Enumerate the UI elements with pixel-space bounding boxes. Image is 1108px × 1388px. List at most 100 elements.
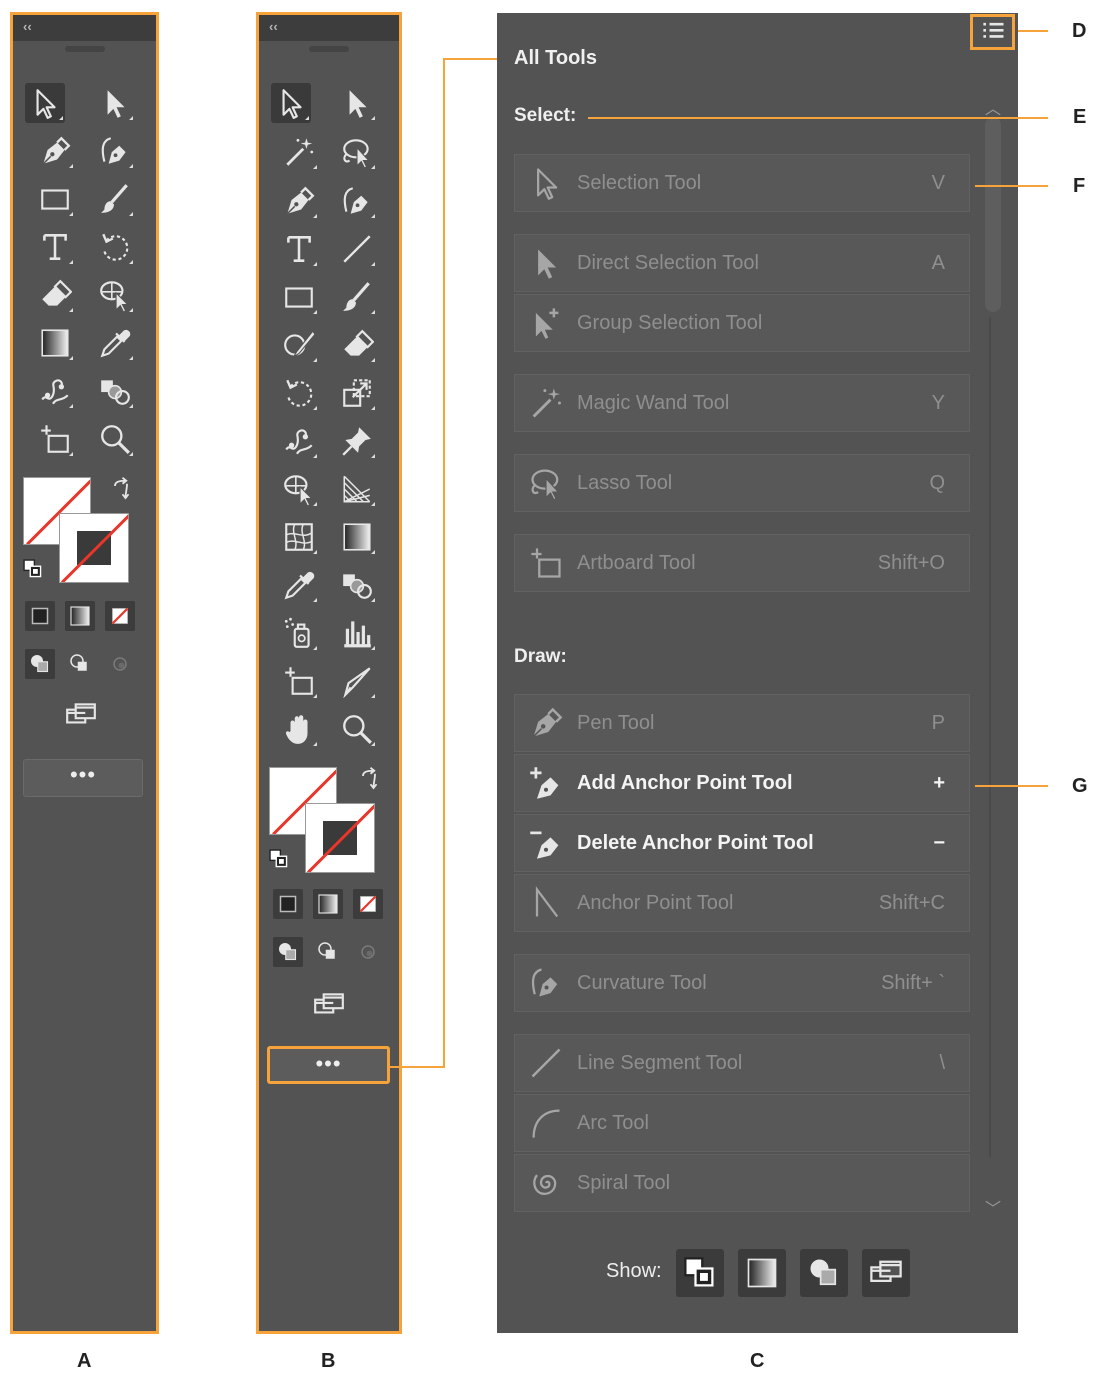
eraser-tool-button[interactable] (337, 325, 377, 365)
show-color-gradient-button[interactable] (738, 1249, 786, 1297)
rectangle-icon (38, 182, 72, 216)
curvature-tool-button[interactable] (337, 181, 377, 221)
mesh-tool-button[interactable] (279, 517, 319, 557)
default-fill-stroke-button[interactable] (19, 555, 47, 583)
tool-row-magic-wand[interactable]: Magic Wand Tool Y (514, 374, 970, 432)
tool-row-add-anchor-point[interactable]: Add Anchor Point Tool + (514, 754, 970, 812)
swap-fill-stroke-button[interactable] (103, 471, 139, 507)
drag-grip[interactable] (64, 46, 105, 52)
eyedropper-tool-button[interactable] (279, 565, 319, 605)
default-colors-icon (268, 848, 290, 870)
eraser-tool-button[interactable] (35, 275, 75, 315)
hand-tool-button[interactable] (279, 709, 319, 749)
draw-normal-button[interactable] (273, 937, 303, 967)
direct-selection-tool-button[interactable] (337, 83, 377, 123)
anchor-point-icon (528, 885, 564, 921)
pin-tool-button[interactable] (337, 421, 377, 461)
line-segment-tool-button[interactable] (337, 229, 377, 269)
pen-tool-button[interactable] (279, 181, 319, 221)
scroll-thumb[interactable] (985, 117, 1001, 312)
tool-row-delete-anchor-point[interactable]: Delete Anchor Point Tool − (514, 814, 970, 872)
none-mode-button[interactable] (353, 889, 383, 919)
puppet-warp-tool-button[interactable] (35, 371, 75, 411)
none-mode-button[interactable] (105, 601, 135, 631)
show-screen-modes-button[interactable] (862, 1249, 910, 1297)
artboard-icon (282, 664, 316, 698)
tool-row-anchor-point[interactable]: Anchor Point Tool Shift+C (514, 874, 970, 932)
draw-behind-button[interactable] (65, 649, 95, 679)
tool-row-lasso[interactable]: Lasso Tool Q (514, 454, 970, 512)
drag-grip[interactable] (309, 46, 349, 52)
tool-name: Anchor Point Tool (577, 891, 734, 914)
blend-tool-button[interactable] (337, 565, 377, 605)
panel-menu-button[interactable] (970, 14, 1015, 50)
curvature-tool-button[interactable] (95, 131, 135, 171)
collapse-toggle[interactable]: ‹‹ (23, 19, 32, 34)
tool-row-pen[interactable]: Pen Tool P (514, 694, 970, 752)
paintbrush-tool-button[interactable] (337, 277, 377, 317)
draw-behind-button[interactable] (313, 937, 343, 967)
tool-row-direct-selection[interactable]: Direct Selection Tool A (514, 234, 970, 292)
eyedropper-tool-button[interactable] (95, 323, 135, 363)
basic-toolbar: ‹‹ ••• (10, 12, 159, 1334)
gradient-tool-button[interactable] (337, 517, 377, 557)
gradient-mode-button[interactable] (313, 889, 343, 919)
tool-row-artboard[interactable]: Artboard Tool Shift+O (514, 534, 970, 592)
tool-row-selection[interactable]: Selection Tool V (514, 154, 970, 212)
perspective-grid-tool-button[interactable] (337, 469, 377, 509)
zoom-tool-button[interactable] (95, 419, 135, 459)
stroke-swatch[interactable] (305, 803, 375, 873)
edit-toolbar-button[interactable]: ••• (23, 759, 143, 797)
draw-inside-button[interactable] (105, 649, 135, 679)
shaper-tool-button[interactable] (279, 325, 319, 365)
draw-normal-button[interactable] (25, 649, 55, 679)
draw-inside-button[interactable] (353, 937, 383, 967)
show-drawing-modes-button[interactable] (800, 1249, 848, 1297)
magic-wand-tool-button[interactable] (279, 132, 319, 172)
rotate-tool-button[interactable] (279, 373, 319, 413)
tool-row-curvature[interactable]: Curvature Tool Shift+ ` (514, 954, 970, 1012)
type-tool-button[interactable] (35, 227, 75, 267)
shape-builder-tool-button[interactable] (95, 275, 135, 315)
screen-mode-button[interactable] (309, 985, 349, 1025)
show-fill-stroke-button[interactable] (676, 1249, 724, 1297)
color-mode-button[interactable] (273, 889, 303, 919)
symbol-sprayer-tool-button[interactable] (279, 613, 319, 653)
direct-selection-tool-button[interactable] (95, 83, 135, 123)
tool-row-spiral[interactable]: Spiral Tool (514, 1154, 970, 1212)
rotate-tool-button[interactable] (95, 227, 135, 267)
tool-row-arc[interactable]: Arc Tool (514, 1094, 970, 1152)
collapse-toggle[interactable]: ‹‹ (269, 19, 278, 34)
scroll-up-icon[interactable]: ︿ (981, 95, 1005, 118)
scroll-down-icon[interactable]: ﹀ (981, 1195, 1005, 1218)
selection-tool-button[interactable] (25, 83, 65, 123)
pen-tool-button[interactable] (35, 131, 75, 171)
blend-tool-button[interactable] (95, 371, 135, 411)
rectangle-tool-button[interactable] (279, 277, 319, 317)
lasso-tool-button[interactable] (337, 132, 377, 172)
scale-tool-button[interactable] (337, 373, 377, 413)
scrollbar[interactable]: ︿ ﹀ (981, 95, 1005, 1218)
color-mode-button[interactable] (25, 601, 55, 631)
swap-fill-stroke-button[interactable] (351, 761, 387, 797)
stroke-swatch[interactable] (59, 513, 129, 583)
rectangle-tool-button[interactable] (35, 179, 75, 219)
column-graph-tool-button[interactable] (337, 613, 377, 653)
zoom-tool-button[interactable] (337, 709, 377, 749)
type-tool-button[interactable] (279, 229, 319, 269)
tool-row-line-segment[interactable]: Line Segment Tool \ (514, 1034, 970, 1092)
gradient-tool-button[interactable] (35, 323, 75, 363)
selection-tool-button[interactable] (271, 83, 311, 123)
artboard-tool-button[interactable] (279, 661, 319, 701)
shape-builder-tool-button[interactable] (279, 469, 319, 509)
tool-row-group-selection[interactable]: Group Selection Tool (514, 294, 970, 352)
puppet-warp-tool-button[interactable] (279, 421, 319, 461)
edit-toolbar-button[interactable]: ••• (267, 1046, 390, 1084)
default-fill-stroke-button[interactable] (265, 845, 293, 873)
knife-tool-button[interactable] (337, 661, 377, 701)
screen-mode-button[interactable] (61, 695, 101, 735)
artboard-tool-button[interactable] (35, 419, 75, 459)
paintbrush-tool-button[interactable] (95, 179, 135, 219)
gradient-mode-button[interactable] (65, 601, 95, 631)
section-title-select: Select: (514, 105, 577, 126)
